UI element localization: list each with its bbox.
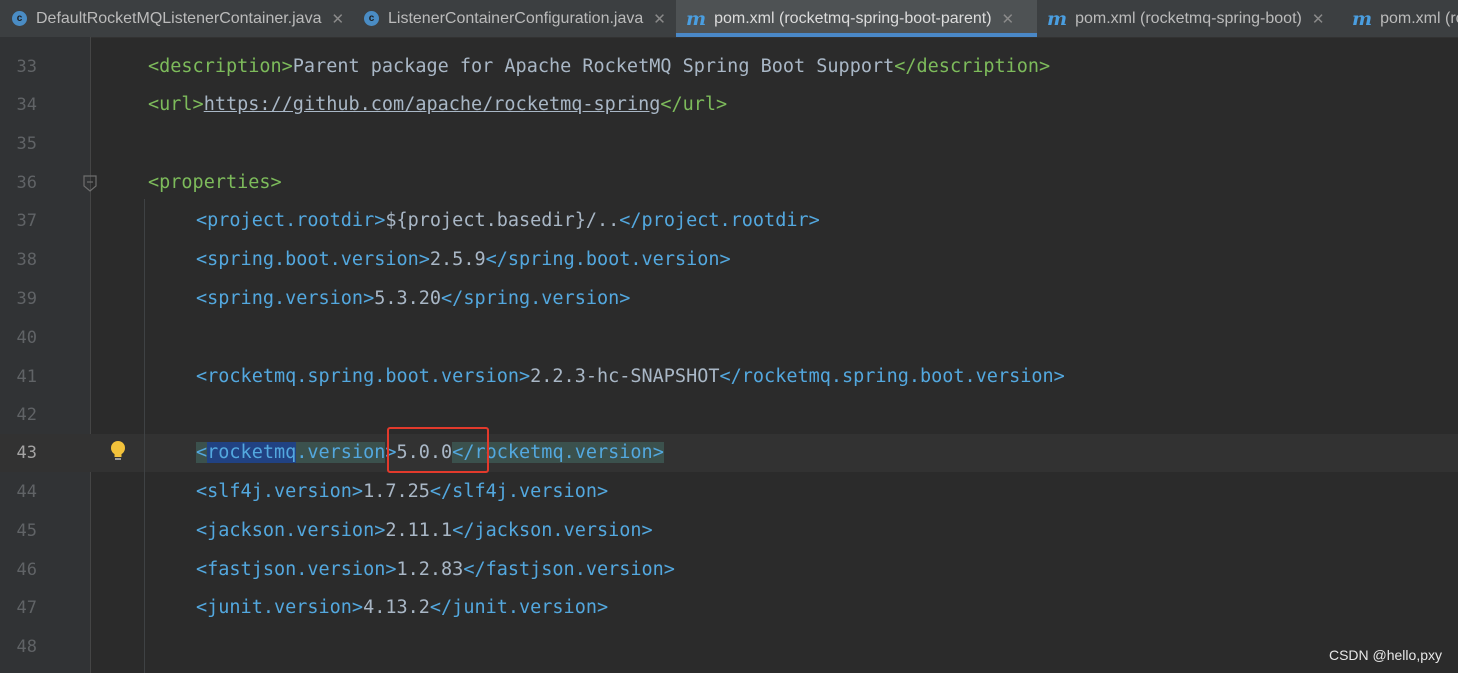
line-number: 40 <box>16 328 37 348</box>
code-line[interactable]: 48 <box>0 628 1458 666</box>
tab-pom-parent[interactable]: m pom.xml (rocketmq-spring-boot-parent) … <box>676 0 1037 37</box>
line-number: 44 <box>16 482 37 502</box>
line-number: 43 <box>16 443 37 463</box>
editor-tab-bar: c DefaultRocketMQListenerContainer.java … <box>0 0 1458 38</box>
url-link[interactable]: https://github.com/apache/rocketmq-sprin… <box>204 94 661 115</box>
code-line[interactable]: 36 <properties> <box>0 164 1458 202</box>
selected-text: rocketmq <box>207 442 297 463</box>
code-line[interactable]: 40 <box>0 319 1458 357</box>
fold-marker-icon[interactable] <box>82 175 98 193</box>
maven-icon: m <box>686 7 707 30</box>
code-line[interactable]: 42 <box>0 396 1458 434</box>
code-text: <fastjson.version>1.2.83</fastjson.versi… <box>196 559 675 580</box>
code-text: <description>Parent package for Apache R… <box>148 56 1051 77</box>
tab-label: pom.xml (rocketmq-spring-boot-parent) <box>714 9 992 27</box>
code-line[interactable]: 47 <junit.version>4.13.2</junit.version> <box>0 589 1458 627</box>
close-icon[interactable]: ✕ <box>653 10 666 28</box>
code-line[interactable]: 44 <slf4j.version>1.7.25</slf4j.version> <box>0 473 1458 511</box>
line-number: 47 <box>16 598 37 618</box>
code-text: <properties> <box>148 172 282 193</box>
code-line[interactable]: 39 <spring.version>5.3.20</spring.versio… <box>0 280 1458 318</box>
tab-pom-other[interactable]: m pom.xml (ro <box>1342 0 1458 37</box>
line-number: 35 <box>16 134 37 154</box>
tab-listener-container-configuration[interactable]: c ListenerContainerConfiguration.java ✕ <box>356 0 676 37</box>
code-line[interactable]: 38 <spring.boot.version>2.5.9</spring.bo… <box>0 241 1458 279</box>
tab-default-rocketmq-listener-container[interactable]: c DefaultRocketMQListenerContainer.java … <box>0 0 356 37</box>
code-text: <slf4j.version>1.7.25</slf4j.version> <box>196 481 609 502</box>
code-text: <jackson.version>2.11.1</jackson.version… <box>196 520 653 541</box>
highlight-box <box>387 427 489 473</box>
code-line[interactable]: 34 <url>https://github.com/apache/rocket… <box>0 86 1458 124</box>
indent-guide <box>144 199 145 673</box>
line-number: 42 <box>16 405 37 425</box>
line-number: 34 <box>16 95 37 115</box>
maven-icon: m <box>1047 7 1068 30</box>
line-number: 39 <box>16 289 37 309</box>
line-number: 33 <box>16 57 37 77</box>
lightbulb-icon[interactable] <box>109 440 127 462</box>
code-text: <spring.boot.version>2.5.9</spring.boot.… <box>196 249 731 270</box>
java-class-icon: c <box>364 11 379 26</box>
code-line[interactable]: 45 <jackson.version>2.11.1</jackson.vers… <box>0 512 1458 550</box>
code-line-current[interactable]: 43 <rocketmq.version>5.0.0</rocketmq.ver… <box>0 434 1458 472</box>
code-line[interactable]: 37 <project.rootdir>${project.basedir}/.… <box>0 202 1458 240</box>
close-icon[interactable]: ✕ <box>1312 10 1325 28</box>
close-icon[interactable]: ✕ <box>1002 10 1015 28</box>
tab-label: DefaultRocketMQListenerContainer.java <box>36 9 322 27</box>
code-line[interactable]: 46 <fastjson.version>1.2.83</fastjson.ve… <box>0 551 1458 589</box>
maven-icon: m <box>1352 7 1373 30</box>
code-editor[interactable]: 33 <description>Parent package for Apach… <box>0 37 1458 673</box>
tab-label: pom.xml (ro <box>1380 9 1458 27</box>
code-line[interactable]: 41 <rocketmq.spring.boot.version>2.2.3-h… <box>0 358 1458 396</box>
tab-pom-spring-boot[interactable]: m pom.xml (rocketmq-spring-boot) ✕ <box>1037 0 1342 37</box>
line-number: 36 <box>16 173 37 193</box>
java-class-icon: c <box>12 11 27 26</box>
code-text: <junit.version>4.13.2</junit.version> <box>196 597 609 618</box>
line-number: 37 <box>16 211 37 231</box>
code-line[interactable]: 33 <description>Parent package for Apach… <box>0 48 1458 86</box>
tab-label: ListenerContainerConfiguration.java <box>388 9 644 27</box>
line-number: 46 <box>16 560 37 580</box>
close-icon[interactable]: ✕ <box>331 10 344 28</box>
code-text: <url>https://github.com/apache/rocketmq-… <box>148 94 728 115</box>
line-number: 38 <box>16 250 37 270</box>
code-text: <spring.version>5.3.20</spring.version> <box>196 288 631 309</box>
code-text: <rocketmq.spring.boot.version>2.2.3-hc-S… <box>196 366 1065 387</box>
line-number: 48 <box>16 637 37 657</box>
code-text: <project.rootdir>${project.basedir}/..</… <box>196 210 820 231</box>
line-number: 45 <box>16 521 37 541</box>
tab-label: pom.xml (rocketmq-spring-boot) <box>1075 9 1302 27</box>
watermark: CSDN @hello,pxy <box>1328 647 1442 663</box>
line-number: 41 <box>16 367 37 387</box>
code-line[interactable]: 35 <box>0 125 1458 163</box>
